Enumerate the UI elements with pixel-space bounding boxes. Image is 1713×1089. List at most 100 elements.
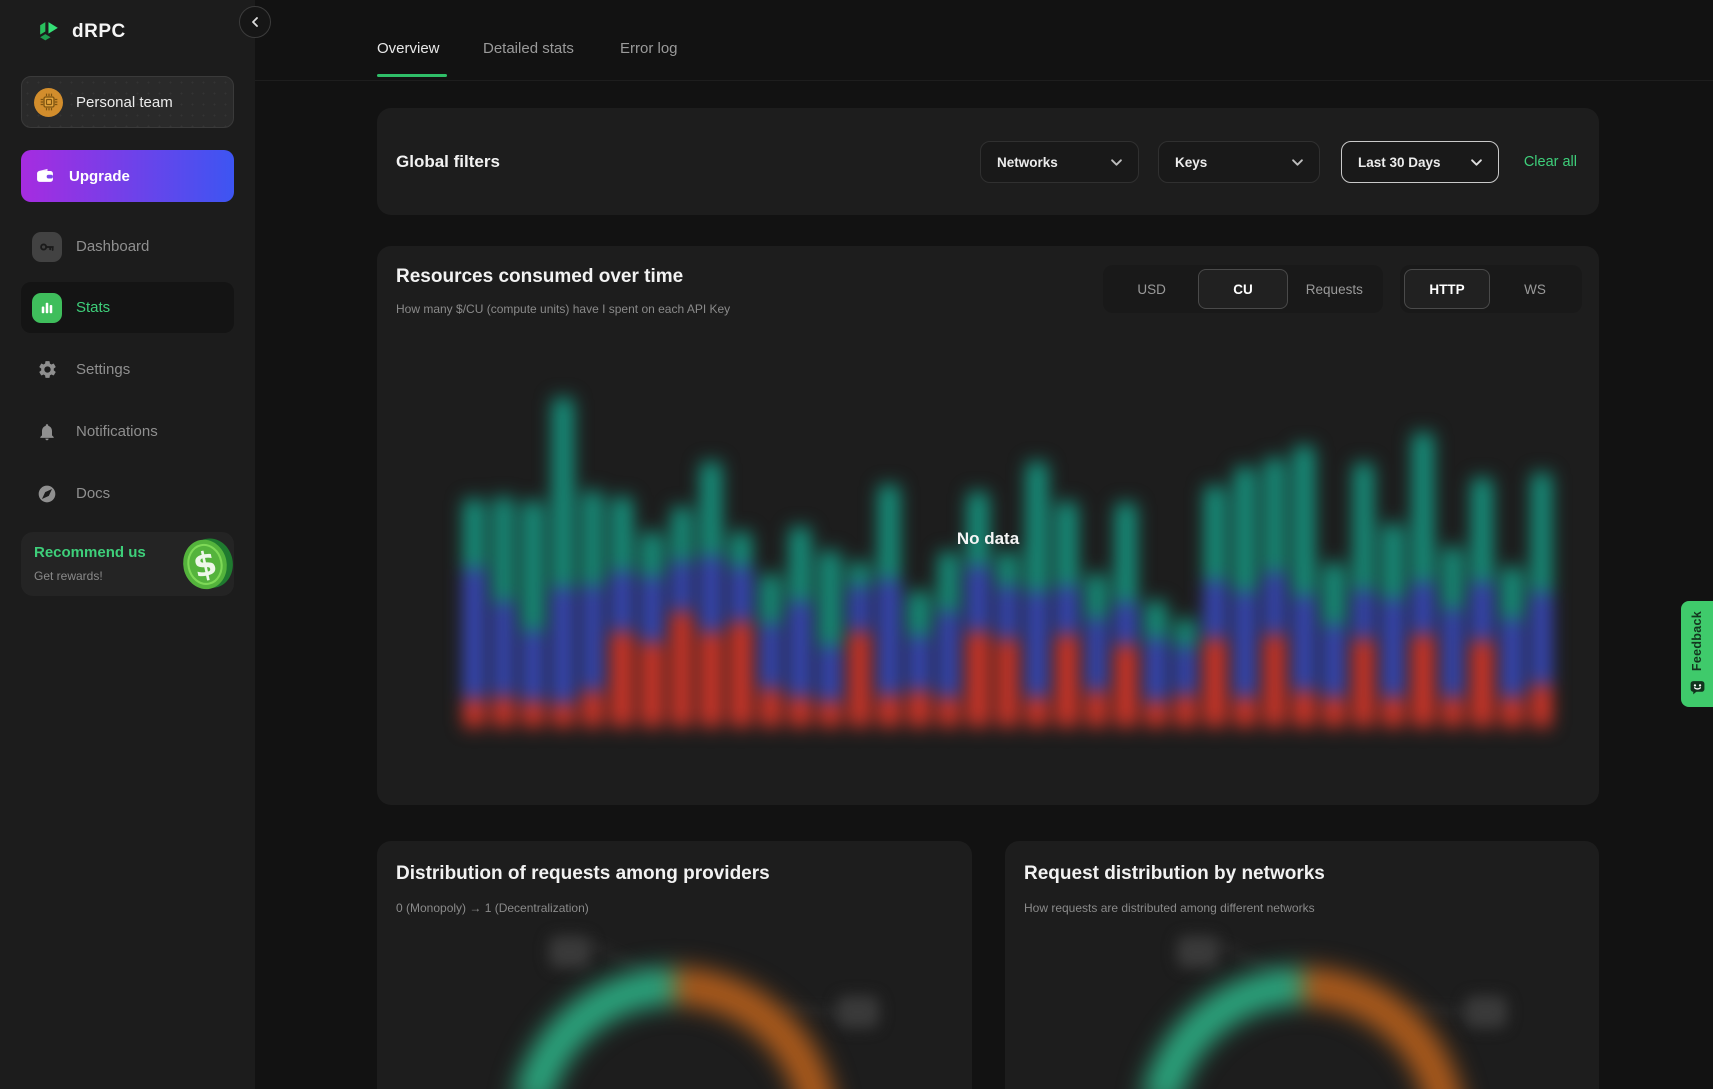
app-root: dRPC Personal team Upgrade <box>0 0 1713 1089</box>
stacked-bar <box>1205 486 1225 727</box>
stacked-bar <box>1354 463 1374 727</box>
stacked-bar <box>939 552 959 727</box>
global-filters-card: Global filters Networks Keys Last 30 Day… <box>377 108 1599 215</box>
stacked-bar <box>790 527 810 727</box>
clear-all-button[interactable]: Clear all <box>1524 154 1577 170</box>
stacked-bar <box>1383 524 1403 727</box>
protocol-toggle-group: HTTP WS <box>1400 265 1582 313</box>
sidebar-item-label: Dashboard <box>76 238 149 255</box>
period-dropdown[interactable]: Last 30 Days <box>1341 141 1499 183</box>
feedback-smiley-icon <box>1689 679 1706 696</box>
chip-icon <box>39 92 59 112</box>
tab-error-log[interactable]: Error log <box>620 40 678 57</box>
chevron-down-icon <box>1292 159 1303 166</box>
no-data-label: No data <box>957 529 1019 549</box>
stacked-bar <box>1057 502 1077 727</box>
donut-label-blob <box>1177 936 1219 968</box>
stacked-bar <box>968 492 988 727</box>
networks-dropdown[interactable]: Networks <box>980 141 1139 183</box>
providers-distribution-card: Distribution of requests among providers… <box>377 841 972 1089</box>
networks-donut-chart <box>1005 841 1599 1089</box>
feedback-tab[interactable]: Feedback <box>1681 601 1713 707</box>
stacked-bar-chart <box>464 388 1551 727</box>
donut-label-blob <box>1465 996 1507 1028</box>
stacked-bar <box>909 591 929 727</box>
providers-donut-chart <box>377 841 972 1089</box>
networks-dropdown-label: Networks <box>997 155 1058 170</box>
recommend-card[interactable]: Recommend us Get rewards! $ <box>21 532 234 596</box>
tab-detailed-stats[interactable]: Detailed stats <box>483 40 574 57</box>
stacked-bar <box>1235 467 1255 727</box>
sidebar-item-dashboard[interactable]: Dashboard <box>21 221 234 272</box>
stacked-bar <box>701 462 721 727</box>
sidebar-item-label: Settings <box>76 361 130 378</box>
stacked-bar <box>583 491 603 727</box>
resources-subtitle: How many $/CU (compute units) have I spe… <box>396 302 730 316</box>
sidebar-item-docs[interactable]: Docs <box>21 468 234 519</box>
unit-toggle-cu[interactable]: CU <box>1198 269 1287 309</box>
stacked-bar <box>1027 462 1047 727</box>
chevron-down-icon <box>1471 159 1482 166</box>
stacked-bar <box>1146 601 1166 727</box>
networks-distribution-card: Request distribution by networks How req… <box>1005 841 1599 1089</box>
stacked-bar <box>1472 478 1492 727</box>
sidebar-collapse-button[interactable] <box>239 6 271 38</box>
stacked-bar <box>612 497 632 727</box>
drpc-logo-icon <box>36 18 63 45</box>
sidebar-item-stats[interactable]: Stats <box>21 282 234 333</box>
donut-ring <box>510 967 838 1089</box>
sidebar: dRPC Personal team Upgrade <box>0 0 255 1089</box>
stacked-bar <box>1443 547 1463 727</box>
resources-title: Resources consumed over time <box>396 266 683 288</box>
stacked-bar <box>494 497 514 727</box>
donut-label-blob <box>549 936 591 968</box>
stacked-bar <box>1532 473 1552 727</box>
recommend-subtitle: Get rewards! <box>34 569 103 583</box>
unit-toggle-requests[interactable]: Requests <box>1290 269 1379 309</box>
recommend-title: Recommend us <box>34 544 146 561</box>
sidebar-item-settings[interactable]: Settings <box>21 344 234 395</box>
protocol-toggle-ws[interactable]: WS <box>1492 269 1578 309</box>
sidebar-item-notifications[interactable]: Notifications <box>21 406 234 457</box>
filters-title: Global filters <box>396 152 500 172</box>
bell-icon <box>32 422 62 442</box>
chevron-left-icon <box>250 17 260 27</box>
stacked-bar <box>1413 433 1433 727</box>
sidebar-item-label: Stats <box>76 299 110 316</box>
keys-dropdown-label: Keys <box>1175 155 1207 170</box>
stacked-bar <box>523 501 543 727</box>
wallet-icon <box>35 166 55 186</box>
team-selector[interactable]: Personal team <box>21 76 234 128</box>
gear-icon <box>32 359 62 380</box>
keys-dropdown[interactable]: Keys <box>1158 141 1320 183</box>
unit-toggle-usd[interactable]: USD <box>1107 269 1196 309</box>
stacked-bar <box>731 532 751 727</box>
feedback-label: Feedback <box>1690 611 1704 671</box>
period-dropdown-label: Last 30 Days <box>1358 155 1441 170</box>
chevron-down-icon <box>1111 159 1122 166</box>
stacked-bar <box>672 507 692 727</box>
stacked-bar <box>553 398 573 727</box>
stacked-bar <box>1324 563 1344 727</box>
protocol-toggle-http[interactable]: HTTP <box>1404 269 1490 309</box>
team-name: Personal team <box>76 94 173 111</box>
upgrade-button[interactable]: Upgrade <box>21 150 234 202</box>
stacked-bar <box>761 574 781 727</box>
bar-series-container <box>464 388 1551 727</box>
stacked-bar <box>642 532 662 727</box>
stacked-bar <box>1087 574 1107 727</box>
compass-icon <box>32 484 62 504</box>
tab-bar: Overview Detailed stats Error log <box>255 0 1713 81</box>
donut-label-blob <box>837 996 879 1028</box>
resources-card: Resources consumed over time How many $/… <box>377 246 1599 805</box>
stacked-bar <box>1116 503 1136 727</box>
stacked-bar <box>998 552 1018 727</box>
unit-toggle-group: USD CU Requests <box>1103 265 1383 313</box>
stacked-bar <box>1176 619 1196 727</box>
tab-overview[interactable]: Overview <box>377 40 440 57</box>
brand-logo: dRPC <box>36 18 126 45</box>
stacked-bar <box>1265 458 1285 727</box>
brand-name: dRPC <box>72 21 126 43</box>
donut-ring <box>1138 967 1466 1089</box>
stacked-bar <box>1294 446 1314 727</box>
